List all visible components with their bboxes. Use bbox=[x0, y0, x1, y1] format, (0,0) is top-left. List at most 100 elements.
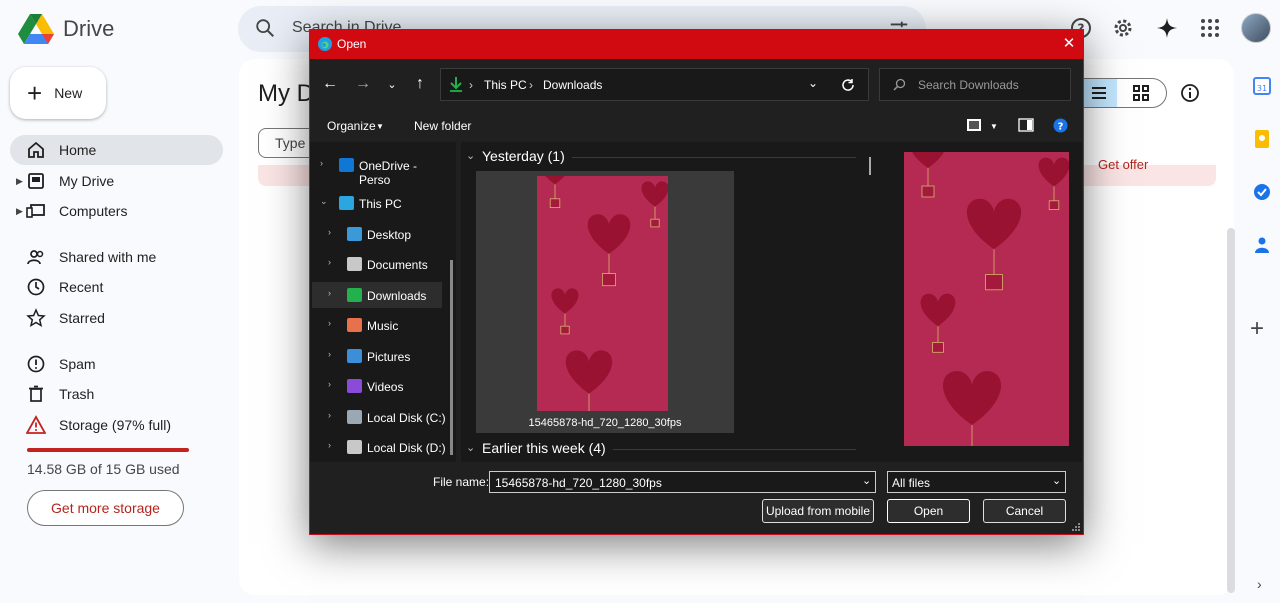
cancel-button[interactable]: Cancel bbox=[983, 499, 1066, 523]
plus-icon: + bbox=[27, 78, 43, 108]
gemini-sparkle-icon[interactable] bbox=[1155, 16, 1179, 40]
get-offer-link[interactable]: Get offer bbox=[1098, 157, 1148, 172]
tree-item-this-pc[interactable]: ⌄ This PC bbox=[312, 190, 447, 216]
account-avatar[interactable] bbox=[1241, 13, 1271, 43]
file-list-scrollbar[interactable] bbox=[869, 157, 871, 175]
search-icon[interactable] bbox=[254, 17, 276, 39]
expand-caret-icon[interactable]: ▶ bbox=[16, 176, 23, 187]
tree-item-label: Videos bbox=[367, 380, 404, 394]
nav-item-recent[interactable]: Recent bbox=[10, 272, 223, 302]
resize-grip-icon[interactable] bbox=[1071, 522, 1081, 532]
new-button[interactable]: + New bbox=[10, 67, 106, 119]
nav-item-my-drive[interactable]: ▶ My Drive bbox=[10, 166, 223, 196]
tree-item-label: Local Disk (D:) bbox=[367, 441, 446, 455]
nav-label: My Drive bbox=[59, 173, 115, 189]
search-downloads-input[interactable]: Search Downloads bbox=[918, 78, 1019, 92]
heart-balloons-preview-image bbox=[912, 152, 1069, 446]
home-icon bbox=[28, 141, 44, 158]
tree-collapsed-chevron-icon[interactable]: › bbox=[320, 158, 323, 168]
tree-item-label: Desktop bbox=[367, 228, 412, 242]
list-view-icon bbox=[1092, 87, 1106, 99]
tree-item-pictures[interactable]: › Pictures bbox=[312, 343, 447, 369]
refresh-icon[interactable] bbox=[841, 78, 855, 92]
grid-view-icon[interactable] bbox=[1132, 84, 1150, 102]
organize-dropdown-icon[interactable]: ▼ bbox=[376, 122, 384, 131]
tree-item-local-disk-c[interactable]: › Local Disk (C:) bbox=[312, 404, 447, 430]
up-arrow-icon[interactable]: ↑ bbox=[410, 75, 430, 93]
dialog-title: Open bbox=[337, 37, 367, 51]
video-thumbnail bbox=[537, 176, 668, 411]
tree-collapsed-chevron-icon[interactable]: › bbox=[328, 257, 331, 267]
star-icon bbox=[26, 308, 46, 328]
tree-expanded-chevron-icon[interactable]: ⌄ bbox=[320, 196, 328, 207]
tree-collapsed-chevron-icon[interactable]: › bbox=[328, 318, 331, 328]
group-header-yesterday[interactable]: Yesterday (1) bbox=[482, 148, 565, 164]
tree-item-label: Downloads bbox=[367, 289, 427, 303]
calendar-icon[interactable]: 31 bbox=[1252, 76, 1272, 96]
dialog-titlebar[interactable] bbox=[309, 29, 1084, 59]
storage-progress-bar bbox=[27, 448, 189, 452]
group-header-earlier[interactable]: Earlier this week (4) bbox=[482, 440, 606, 456]
breadcrumb-this-pc[interactable]: This PC bbox=[484, 78, 527, 92]
tree-item-label: Music bbox=[367, 319, 399, 333]
tree-collapsed-chevron-icon[interactable]: › bbox=[328, 349, 331, 359]
new-folder-button[interactable]: New folder bbox=[414, 119, 471, 133]
new-button-label: New bbox=[54, 85, 83, 101]
tree-item-videos[interactable]: › Videos bbox=[312, 373, 447, 399]
upload-from-mobile-button[interactable]: Upload from mobile bbox=[762, 499, 874, 523]
help-icon[interactable]: ? bbox=[1053, 118, 1068, 133]
tree-collapsed-chevron-icon[interactable]: › bbox=[328, 288, 331, 298]
preview-pane-icon[interactable] bbox=[1018, 118, 1034, 132]
tree-item-onedrive[interactable]: › OneDrive - Perso bbox=[312, 152, 447, 187]
navigation-pane-scrollbar[interactable] bbox=[450, 260, 453, 455]
breadcrumb-downloads[interactable]: Downloads bbox=[543, 78, 602, 92]
organize-menu[interactable]: Organize bbox=[327, 119, 376, 133]
nav-item-spam[interactable]: Spam bbox=[10, 349, 223, 379]
collapse-group-chevron-icon[interactable]: ⌄ bbox=[466, 149, 475, 162]
nav-item-shared[interactable]: Shared with me bbox=[10, 242, 223, 272]
tree-item-downloads[interactable]: › Downloads bbox=[312, 282, 442, 308]
desktop-icon bbox=[347, 227, 362, 241]
tree-collapsed-chevron-icon[interactable]: › bbox=[328, 440, 331, 450]
heart-balloon-icon bbox=[545, 176, 565, 208]
tasks-icon[interactable] bbox=[1252, 182, 1272, 202]
apps-grid-icon[interactable] bbox=[1198, 16, 1222, 40]
tree-collapsed-chevron-icon[interactable]: › bbox=[328, 379, 331, 389]
expand-panel-chevron-icon[interactable]: › bbox=[1257, 576, 1262, 592]
collapse-group-chevron-icon[interactable]: ⌄ bbox=[466, 441, 475, 454]
tree-collapsed-chevron-icon[interactable]: › bbox=[328, 410, 331, 420]
expand-caret-icon[interactable]: ▶ bbox=[16, 206, 23, 217]
close-icon[interactable]: ✕ bbox=[1059, 34, 1079, 54]
open-button[interactable]: Open bbox=[887, 499, 970, 523]
nav-item-starred[interactable]: Starred bbox=[10, 303, 223, 333]
info-icon[interactable] bbox=[1180, 83, 1200, 103]
this-pc-icon bbox=[339, 196, 354, 210]
nav-label: Spam bbox=[59, 356, 96, 372]
add-addon-plus-icon[interactable]: + bbox=[1250, 317, 1264, 341]
get-more-storage-button[interactable]: Get more storage bbox=[27, 490, 184, 526]
nav-item-home[interactable]: Home bbox=[10, 135, 223, 165]
tree-item-local-disk-d[interactable]: › Local Disk (D:) bbox=[312, 434, 447, 460]
downloads-arrow-icon bbox=[450, 77, 462, 92]
nav-item-computers[interactable]: ▶ Computers bbox=[10, 196, 223, 226]
file-name-dropdown-chevron-icon[interactable]: ⌄ bbox=[862, 474, 871, 487]
recent-locations-chevron-icon[interactable]: ⌄ bbox=[382, 78, 402, 91]
tree-item-music[interactable]: › Music bbox=[312, 312, 447, 338]
address-dropdown-chevron-icon[interactable]: ⌄ bbox=[808, 76, 818, 90]
file-name-input[interactable]: 15465878-hd_720_1280_30fps bbox=[489, 471, 876, 493]
file-type-select[interactable]: All files bbox=[887, 471, 1066, 493]
back-arrow-icon[interactable]: ← bbox=[320, 75, 340, 93]
keep-icon[interactable] bbox=[1252, 129, 1272, 149]
view-dropdown-icon[interactable]: ▼ bbox=[990, 122, 998, 131]
forward-arrow-icon[interactable]: → bbox=[353, 75, 373, 93]
settings-gear-icon[interactable] bbox=[1111, 16, 1135, 40]
contacts-icon[interactable] bbox=[1252, 235, 1272, 255]
main-scrollbar[interactable] bbox=[1227, 228, 1235, 593]
nav-item-storage[interactable]: Storage (97% full) bbox=[10, 410, 223, 440]
tree-collapsed-chevron-icon[interactable]: › bbox=[328, 227, 331, 237]
view-mode-icon[interactable] bbox=[966, 118, 982, 132]
tree-item-desktop[interactable]: › Desktop bbox=[312, 221, 447, 247]
file-type-chevron-icon[interactable]: ⌄ bbox=[1052, 474, 1061, 487]
nav-item-trash[interactable]: Trash bbox=[10, 379, 223, 409]
tree-item-documents[interactable]: › Documents bbox=[312, 251, 447, 277]
